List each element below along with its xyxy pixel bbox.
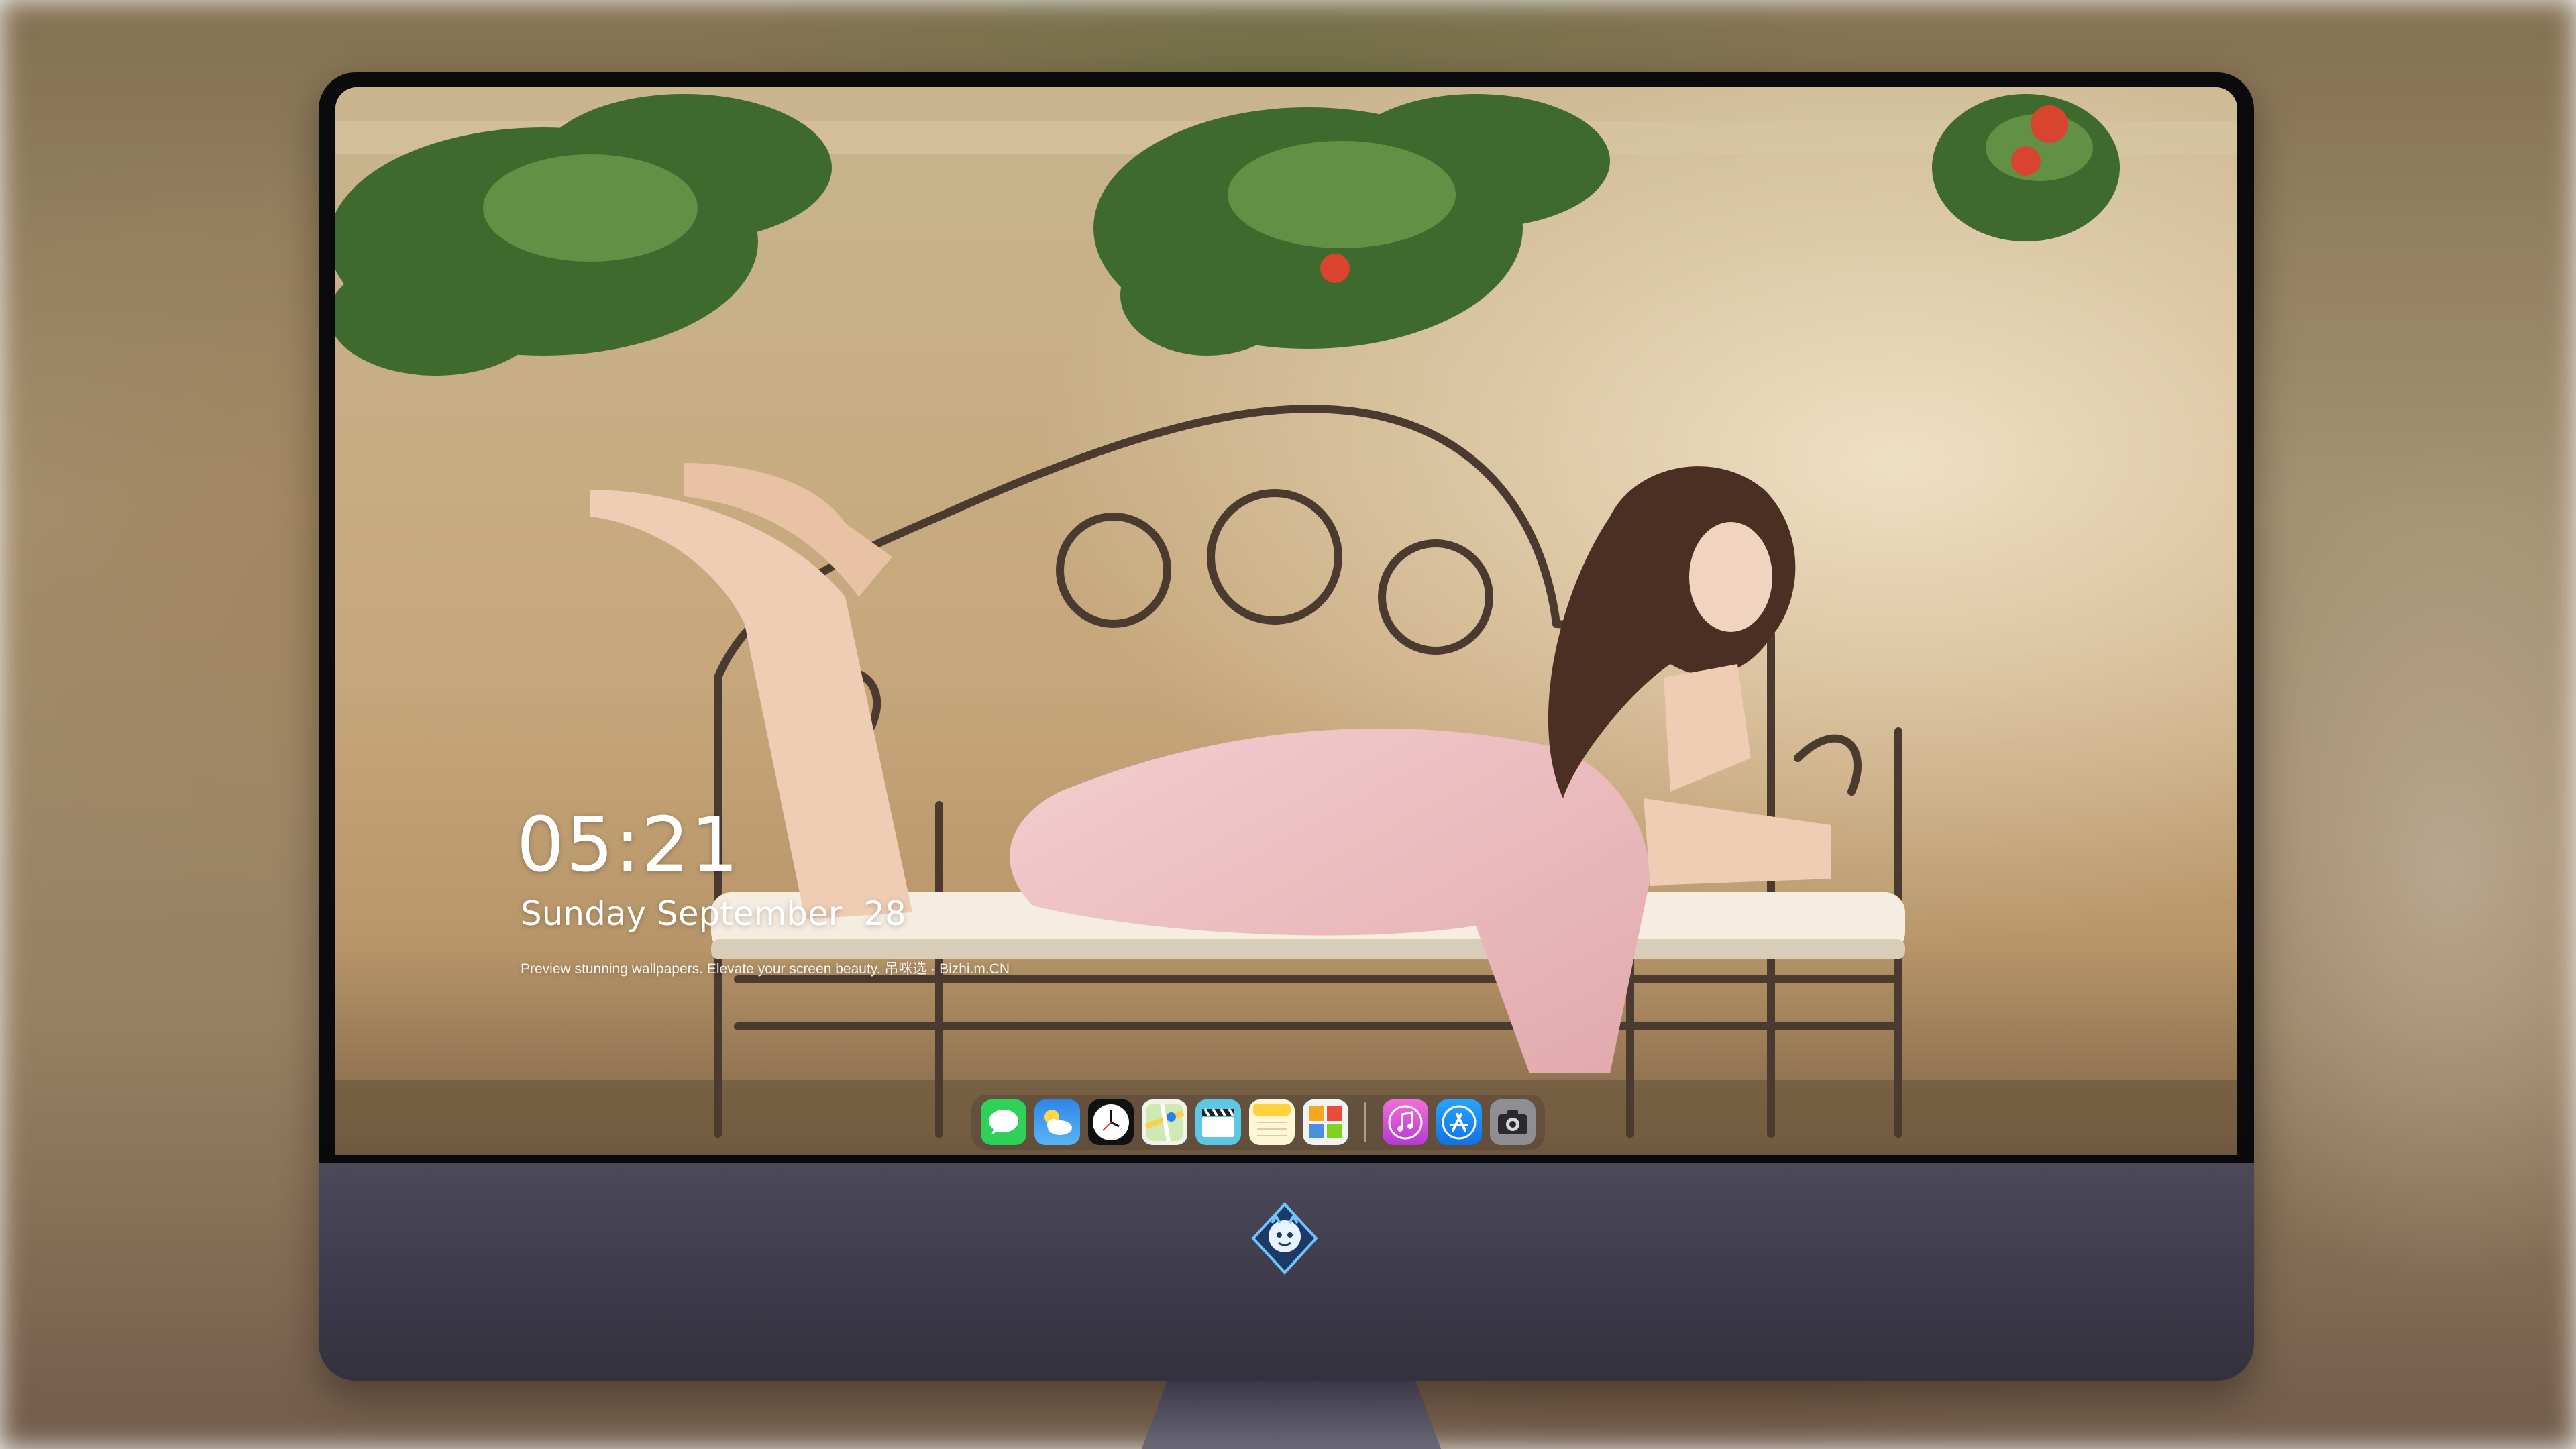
dragon-mascot-icon bbox=[1251, 1202, 1318, 1275]
clock-widget: 05:21 Sunday September 28 Preview stunni… bbox=[517, 805, 1010, 978]
dock bbox=[971, 1095, 1545, 1150]
monitor: 05:21 Sunday September 28 Preview stunni… bbox=[319, 72, 2254, 1449]
desktop-screen: 05:21 Sunday September 28 Preview stunni… bbox=[335, 87, 2237, 1155]
dock-app-photos[interactable] bbox=[1303, 1099, 1348, 1145]
dock-app-messages[interactable] bbox=[981, 1099, 1026, 1145]
dock-app-weather[interactable] bbox=[1034, 1099, 1080, 1145]
app-store-icon bbox=[1442, 1105, 1477, 1140]
photos-icon bbox=[1309, 1106, 1342, 1138]
monitor-stand bbox=[1141, 1381, 1442, 1449]
dock-app-notes[interactable] bbox=[1249, 1099, 1295, 1145]
notes-icon bbox=[1253, 1104, 1291, 1136]
maps-icon bbox=[1144, 1103, 1185, 1142]
weather-icon bbox=[1044, 1110, 1072, 1135]
video-clapper-icon bbox=[1202, 1108, 1234, 1137]
wallpaper bbox=[335, 87, 2237, 1155]
dock-app-videos[interactable] bbox=[1195, 1099, 1241, 1145]
dock-app-app-store[interactable] bbox=[1436, 1099, 1482, 1145]
music-icon bbox=[1388, 1105, 1423, 1140]
dock-app-camera[interactable] bbox=[1490, 1099, 1536, 1145]
dock-app-clock[interactable] bbox=[1088, 1099, 1134, 1145]
clock-time: 05:21 bbox=[517, 802, 740, 889]
camera-icon bbox=[1498, 1110, 1527, 1134]
wallpaper-tagline: Preview stunning wallpapers. Elevate you… bbox=[521, 961, 1010, 977]
dock-separator bbox=[1364, 1102, 1366, 1142]
dock-app-itunes[interactable] bbox=[1383, 1099, 1428, 1145]
messages-icon bbox=[989, 1110, 1018, 1134]
dock-app-maps[interactable] bbox=[1142, 1099, 1187, 1145]
clock-icon bbox=[1093, 1104, 1129, 1140]
clock-date: Sunday September 28 bbox=[521, 894, 906, 933]
